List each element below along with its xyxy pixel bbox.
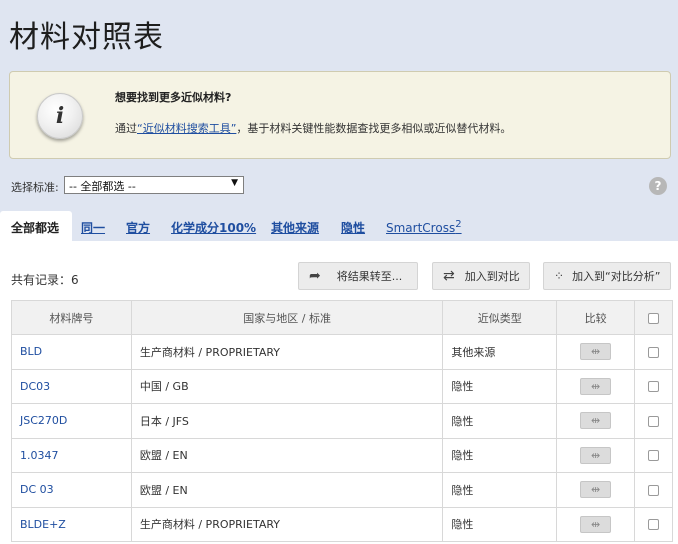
checkbox-cell [634, 437, 673, 473]
record-count: 共有记录：6 [11, 273, 79, 287]
add-to-analysis-label: 加入到“对比分析” [572, 270, 661, 283]
tab-implicit[interactable]: 隐性 [341, 219, 365, 236]
table-row: 1.0347 欧盟 / EN 隐性 ⇹ [11, 437, 673, 473]
column-header-country[interactable]: 国家与地区 / 标准 [130, 300, 444, 335]
column-header-compare: 比较 [556, 300, 636, 335]
chevron-down-icon: ▼ [231, 178, 238, 188]
transfer-results-button[interactable]: ➦ 将结果转至... [298, 262, 418, 290]
row-checkbox[interactable] [648, 381, 660, 393]
type-cell: 隐性 [442, 472, 558, 508]
type-cell: 隐性 [442, 437, 558, 473]
checkbox-cell [634, 506, 673, 542]
country-cell: 生产商材料 / PROPRIETARY [130, 334, 444, 370]
tab-other-sources[interactable]: 其他来源 [271, 219, 319, 236]
country-cell: 欧盟 / EN [130, 437, 444, 473]
table-row: BLD 生产商材料 / PROPRIETARY 其他来源 ⇹ [11, 334, 673, 370]
tab-chemistry[interactable]: 化学成分100% [171, 219, 256, 236]
row-checkbox[interactable] [648, 346, 660, 358]
tab-same[interactable]: 同一 [81, 219, 105, 236]
checkbox-cell [634, 403, 673, 439]
tab-all[interactable]: 全部都选 [0, 211, 72, 241]
info-text: 通过“近似材料搜索工具”，基于材料关键性能数据查找更多相似或近似替代材料。 [115, 120, 511, 136]
compare-arrows-icon[interactable]: ⇹ [580, 343, 612, 361]
similar-material-search-link[interactable]: “近似材料搜索工具” [137, 122, 236, 135]
share-arrow-icon: ➦ [309, 268, 321, 284]
table-header-row: 材料牌号 国家与地区 / 标准 近似类型 比较 [11, 300, 673, 335]
checkbox-cell [634, 334, 673, 370]
table-row: BLDE+Z 生产商材料 / PROPRIETARY 隐性 ⇹ [11, 506, 673, 542]
info-text-suffix: ，基于材料关键性能数据查找更多相似或近似替代材料。 [236, 122, 512, 135]
country-cell: 欧盟 / EN [130, 472, 444, 508]
add-to-analysis-button[interactable]: ⁘ 加入到“对比分析” [543, 262, 671, 290]
type-cell: 隐性 [442, 403, 558, 439]
tab-smartcross-sup: 2 [455, 219, 462, 230]
tab-smartcross[interactable]: SmartCross2 [386, 219, 462, 235]
add-to-compare-label: 加入到对比 [464, 270, 520, 283]
help-icon[interactable]: ? [649, 177, 667, 195]
type-cell: 其他来源 [442, 334, 558, 370]
compare-cell: ⇹ [556, 472, 636, 508]
add-to-compare-button[interactable]: ⇄ 加入到对比 [432, 262, 530, 290]
grade-link[interactable]: BLD [11, 334, 132, 370]
compare-cell: ⇹ [556, 368, 636, 404]
table-row: DC03 中国 / GB 隐性 ⇹ [11, 368, 673, 404]
country-cell: 中国 / GB [130, 368, 444, 404]
type-cell: 隐性 [442, 368, 558, 404]
standard-select-value: -- 全部都选 -- [69, 180, 136, 193]
column-header-grade[interactable]: 材料牌号 [11, 300, 132, 335]
country-cell: 日本 / JFS [130, 403, 444, 439]
select-all-checkbox[interactable] [648, 312, 660, 324]
standard-select[interactable]: -- 全部都选 -- ▼ [64, 176, 244, 194]
select-all-cell [634, 300, 673, 335]
grade-link[interactable]: 1.0347 [11, 437, 132, 473]
row-checkbox[interactable] [648, 519, 660, 531]
row-checkbox[interactable] [648, 450, 660, 462]
compare-cell: ⇹ [556, 403, 636, 439]
row-checkbox[interactable] [648, 484, 660, 496]
type-cell: 隐性 [442, 506, 558, 542]
compare-cell: ⇹ [556, 506, 636, 542]
compare-arrows-icon[interactable]: ⇹ [580, 481, 612, 499]
compare-cell: ⇹ [556, 334, 636, 370]
results-table: 材料牌号 国家与地区 / 标准 近似类型 比较 BLD 生产商材料 / PROP… [11, 300, 673, 542]
compare-arrows-icon[interactable]: ⇹ [580, 515, 612, 533]
info-heading: 想要找到更多近似材料? [115, 91, 232, 104]
transfer-results-label: 将结果转至... [336, 270, 403, 283]
grade-link[interactable]: JSC270D [11, 403, 132, 439]
info-icon: i [37, 93, 83, 139]
checkbox-cell [634, 472, 673, 508]
compare-arrows-icon[interactable]: ⇹ [580, 377, 612, 395]
checkbox-cell [634, 368, 673, 404]
scatter-dots-icon: ⁘ [554, 269, 565, 283]
grade-link[interactable]: DC03 [11, 368, 132, 404]
column-header-type[interactable]: 近似类型 [442, 300, 558, 335]
compare-arrows-icon[interactable]: ⇹ [580, 446, 612, 464]
row-checkbox[interactable] [648, 415, 660, 427]
page-title: 材料对照表 [9, 20, 164, 55]
standard-select-label: 选择标准: [11, 181, 59, 194]
grade-link[interactable]: DC 03 [11, 472, 132, 508]
swap-arrows-icon: ⇄ [443, 268, 455, 284]
info-panel: i 想要找到更多近似材料? 通过“近似材料搜索工具”，基于材料关键性能数据查找更… [9, 71, 671, 159]
table-row: JSC270D 日本 / JFS 隐性 ⇹ [11, 403, 673, 439]
country-cell: 生产商材料 / PROPRIETARY [130, 506, 444, 542]
tab-smartcross-label: SmartCross [386, 221, 456, 235]
table-row: DC 03 欧盟 / EN 隐性 ⇹ [11, 472, 673, 508]
info-text-prefix: 通过 [115, 122, 137, 135]
compare-arrows-icon[interactable]: ⇹ [580, 412, 612, 430]
compare-cell: ⇹ [556, 437, 636, 473]
tab-official[interactable]: 官方 [126, 219, 150, 236]
grade-link[interactable]: BLDE+Z [11, 506, 132, 542]
